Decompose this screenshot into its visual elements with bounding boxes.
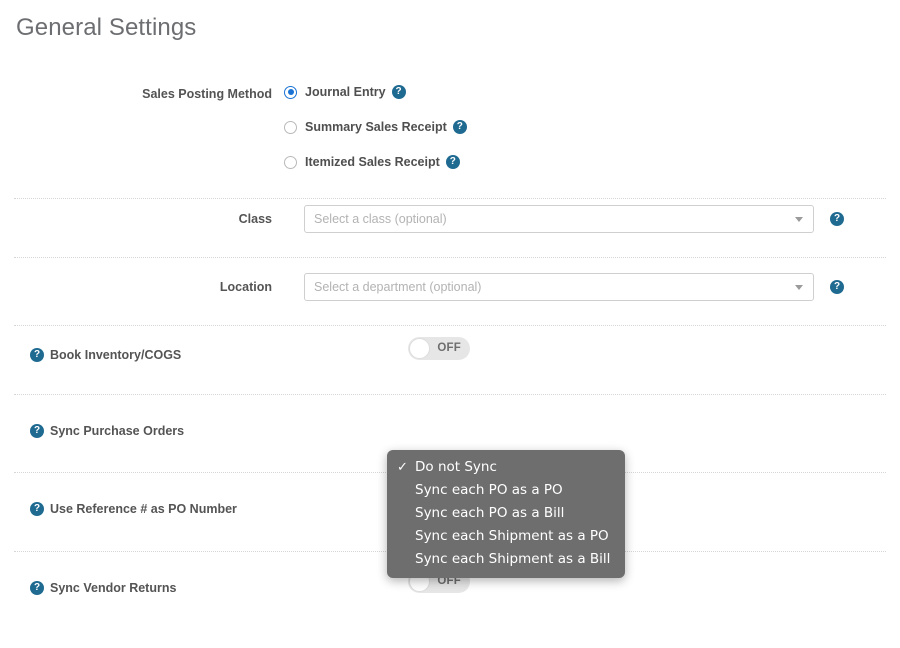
help-icon[interactable]: ? bbox=[30, 502, 44, 516]
radio-itemized-sales-receipt[interactable] bbox=[284, 155, 297, 169]
book-inventory-cogs-label: ? Book Inventory/COGS bbox=[30, 348, 181, 362]
radio-option-summary-sales-receipt[interactable]: Summary Sales Receipt ? bbox=[284, 120, 467, 134]
radio-option-itemized-sales-receipt[interactable]: Itemized Sales Receipt ? bbox=[284, 155, 460, 169]
dropdown-option-sync-each-shipment-as-a-po[interactable]: Sync each Shipment as a PO bbox=[387, 525, 625, 548]
use-reference-number-label: ? Use Reference # as PO Number bbox=[30, 502, 237, 516]
toggle-knob bbox=[409, 338, 430, 359]
use-reference-number-label-text: Use Reference # as PO Number bbox=[50, 502, 237, 516]
sync-vendor-returns-label: ? Sync Vendor Returns bbox=[30, 581, 176, 595]
location-select[interactable]: Select a department (optional) bbox=[304, 273, 814, 301]
dropdown-option-label: Sync each PO as a Bill bbox=[415, 505, 565, 521]
page-title: General Settings bbox=[16, 14, 197, 41]
chevron-down-icon[interactable] bbox=[795, 285, 803, 290]
sync-vendor-returns-label-text: Sync Vendor Returns bbox=[50, 581, 177, 595]
sync-purchase-orders-dropdown-menu[interactable]: ✓ Do not Sync Sync each PO as a PO Sync … bbox=[387, 450, 625, 578]
dropdown-option-do-not-sync[interactable]: ✓ Do not Sync bbox=[387, 456, 625, 479]
book-inventory-cogs-label-text: Book Inventory/COGS bbox=[50, 348, 182, 362]
dropdown-option-label: Sync each Shipment as a Bill bbox=[415, 551, 611, 567]
location-label: Location bbox=[219, 280, 272, 294]
row-class: Class Select a class (optional) ? bbox=[0, 190, 900, 258]
toggle-state-label: OFF bbox=[437, 342, 461, 354]
sync-purchase-orders-label: ? Sync Purchase Orders bbox=[30, 424, 184, 438]
help-icon[interactable]: ? bbox=[452, 120, 467, 134]
sync-purchase-orders-label-text: Sync Purchase Orders bbox=[50, 424, 185, 438]
radio-summary-sales-receipt[interactable] bbox=[284, 120, 297, 134]
chevron-down-icon[interactable] bbox=[795, 217, 803, 222]
row-location: Location Select a department (optional) … bbox=[0, 257, 900, 326]
sales-posting-method-label: Sales Posting Method bbox=[142, 87, 272, 101]
class-select-value: Select a class (optional) bbox=[314, 212, 447, 226]
row-sales-posting-method: Sales Posting Method Journal Entry ? Sum… bbox=[0, 62, 900, 199]
help-icon[interactable]: ? bbox=[30, 424, 44, 438]
help-icon[interactable]: ? bbox=[30, 348, 44, 362]
radio-option-journal-entry[interactable]: Journal Entry ? bbox=[284, 85, 406, 99]
help-icon[interactable]: ? bbox=[391, 85, 406, 99]
dropdown-option-sync-each-shipment-as-a-bill[interactable]: Sync each Shipment as a Bill bbox=[387, 548, 625, 571]
help-icon[interactable]: ? bbox=[830, 280, 844, 294]
check-icon: ✓ bbox=[397, 460, 408, 475]
dropdown-option-label: Sync each PO as a PO bbox=[415, 482, 563, 498]
class-select[interactable]: Select a class (optional) bbox=[304, 205, 814, 233]
help-icon[interactable]: ? bbox=[830, 212, 844, 226]
dropdown-option-sync-each-po-as-a-bill[interactable]: Sync each PO as a Bill bbox=[387, 502, 625, 525]
dropdown-option-label: Sync each Shipment as a PO bbox=[415, 528, 609, 544]
help-icon[interactable]: ? bbox=[30, 581, 44, 595]
dropdown-option-sync-each-po-as-a-po[interactable]: Sync each PO as a PO bbox=[387, 479, 625, 502]
location-select-value: Select a department (optional) bbox=[314, 280, 482, 294]
radio-label-summary-sales-receipt: Summary Sales Receipt bbox=[305, 120, 447, 134]
radio-journal-entry[interactable] bbox=[284, 85, 297, 99]
row-book-inventory-cogs: ? Book Inventory/COGS OFF bbox=[0, 325, 900, 395]
dropdown-option-label: Do not Sync bbox=[415, 459, 497, 475]
radio-label-itemized-sales-receipt: Itemized Sales Receipt bbox=[305, 155, 440, 169]
radio-label-journal-entry: Journal Entry bbox=[305, 85, 386, 99]
class-label: Class bbox=[238, 212, 272, 226]
book-inventory-cogs-toggle[interactable]: OFF bbox=[408, 337, 470, 360]
help-icon[interactable]: ? bbox=[445, 155, 460, 169]
